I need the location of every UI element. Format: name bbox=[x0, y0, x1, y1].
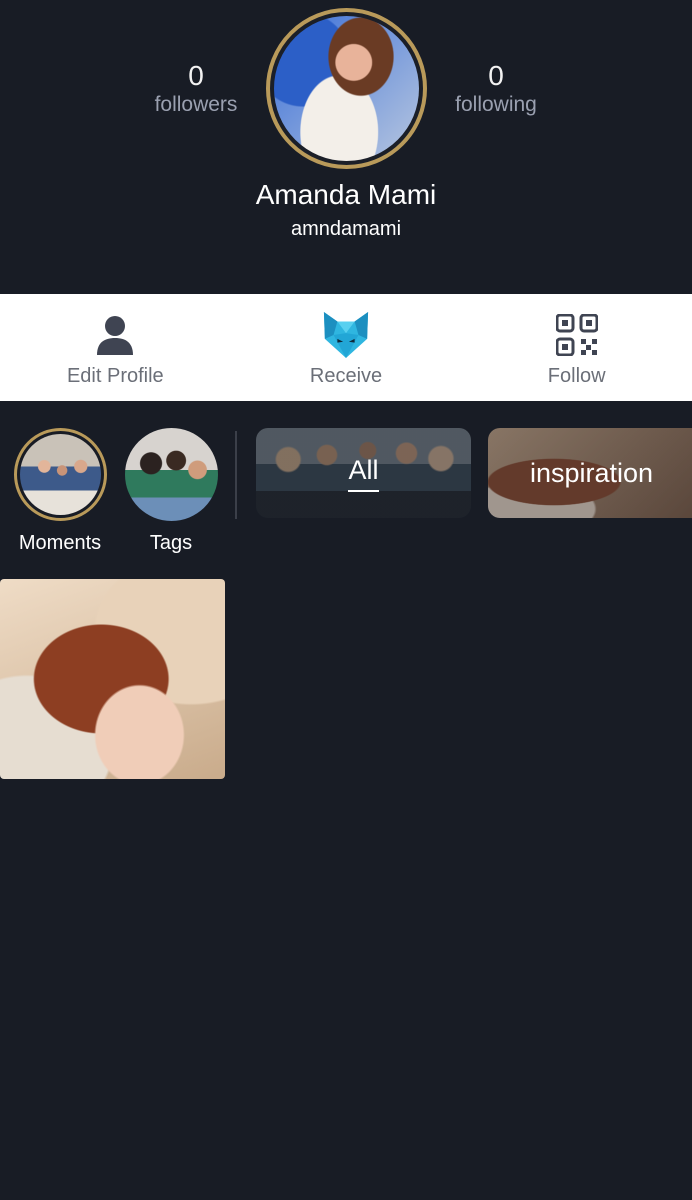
edit-profile-label: Edit Profile bbox=[66, 365, 164, 387]
following-stat[interactable]: 0 following bbox=[416, 60, 576, 118]
qr-code-icon bbox=[553, 310, 601, 360]
profile-handle: amndamami bbox=[290, 218, 402, 240]
tags-label: Tags bbox=[149, 532, 193, 554]
avatar-photo bbox=[274, 16, 419, 161]
followers-stat[interactable]: 0 followers bbox=[116, 60, 276, 118]
tags-story[interactable]: Tags bbox=[121, 428, 221, 555]
moments-photo bbox=[19, 434, 101, 515]
category-inspiration-label: inspiration bbox=[530, 458, 654, 488]
photo-grid-item[interactable] bbox=[0, 579, 225, 779]
action-bar: Edit Profile Receive Follow bbox=[0, 294, 692, 401]
moments-label: Moments bbox=[18, 532, 102, 554]
moments-thumbnail bbox=[13, 428, 107, 521]
following-label: following bbox=[455, 93, 537, 116]
tags-photo bbox=[124, 428, 218, 521]
category-all[interactable]: All bbox=[256, 428, 471, 518]
moments-story[interactable]: Moments bbox=[10, 428, 110, 555]
avatar[interactable] bbox=[266, 8, 427, 169]
edit-profile-button[interactable]: Edit Profile bbox=[0, 294, 231, 401]
fox-logo-icon bbox=[322, 310, 370, 360]
tags-thumbnail bbox=[124, 428, 218, 521]
following-count: 0 bbox=[488, 60, 504, 91]
receive-label: Receive bbox=[309, 365, 383, 387]
category-inspiration[interactable]: inspiration bbox=[488, 428, 692, 518]
follow-label: Follow bbox=[547, 365, 606, 387]
category-all-label: All bbox=[348, 454, 379, 492]
collections-row: Moments Tags All inspiration bbox=[0, 401, 692, 571]
profile-header: 0 followers 0 following Amanda Mami amnd… bbox=[0, 0, 692, 294]
followers-label: followers bbox=[154, 93, 238, 116]
followers-count: 0 bbox=[188, 60, 204, 91]
receive-button[interactable]: Receive bbox=[231, 294, 462, 401]
divider bbox=[235, 431, 237, 519]
profile-name: Amanda Mami bbox=[255, 179, 437, 210]
follow-button[interactable]: Follow bbox=[461, 294, 692, 401]
person-icon bbox=[91, 310, 139, 360]
